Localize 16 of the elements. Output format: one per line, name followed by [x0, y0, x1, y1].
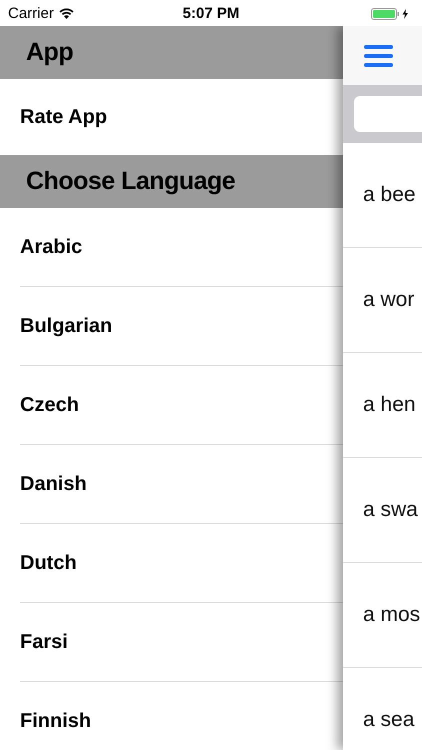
menu-icon[interactable]: [364, 44, 393, 66]
section-header: Choose Language: [26, 167, 236, 196]
menu-item[interactable]: Rate App: [20, 79, 343, 155]
list-item[interactable]: a hen: [363, 393, 416, 417]
list-item[interactable]: a wor: [363, 288, 414, 312]
list-item[interactable]: a bee: [363, 183, 416, 207]
search-field[interactable]: [354, 96, 422, 132]
clock-time: 5:07 PM: [182, 4, 240, 22]
list-item[interactable]: a mos: [363, 603, 420, 627]
section-header: App: [26, 38, 74, 67]
menu-item[interactable]: Finnish: [20, 682, 343, 750]
list-item[interactable]: a sea: [363, 708, 414, 732]
wifi-icon: [58, 8, 74, 18]
battery-charging-icon: [371, 8, 411, 20]
carrier-label: Carrier: [8, 4, 54, 22]
list-item[interactable]: a swa: [363, 498, 418, 522]
